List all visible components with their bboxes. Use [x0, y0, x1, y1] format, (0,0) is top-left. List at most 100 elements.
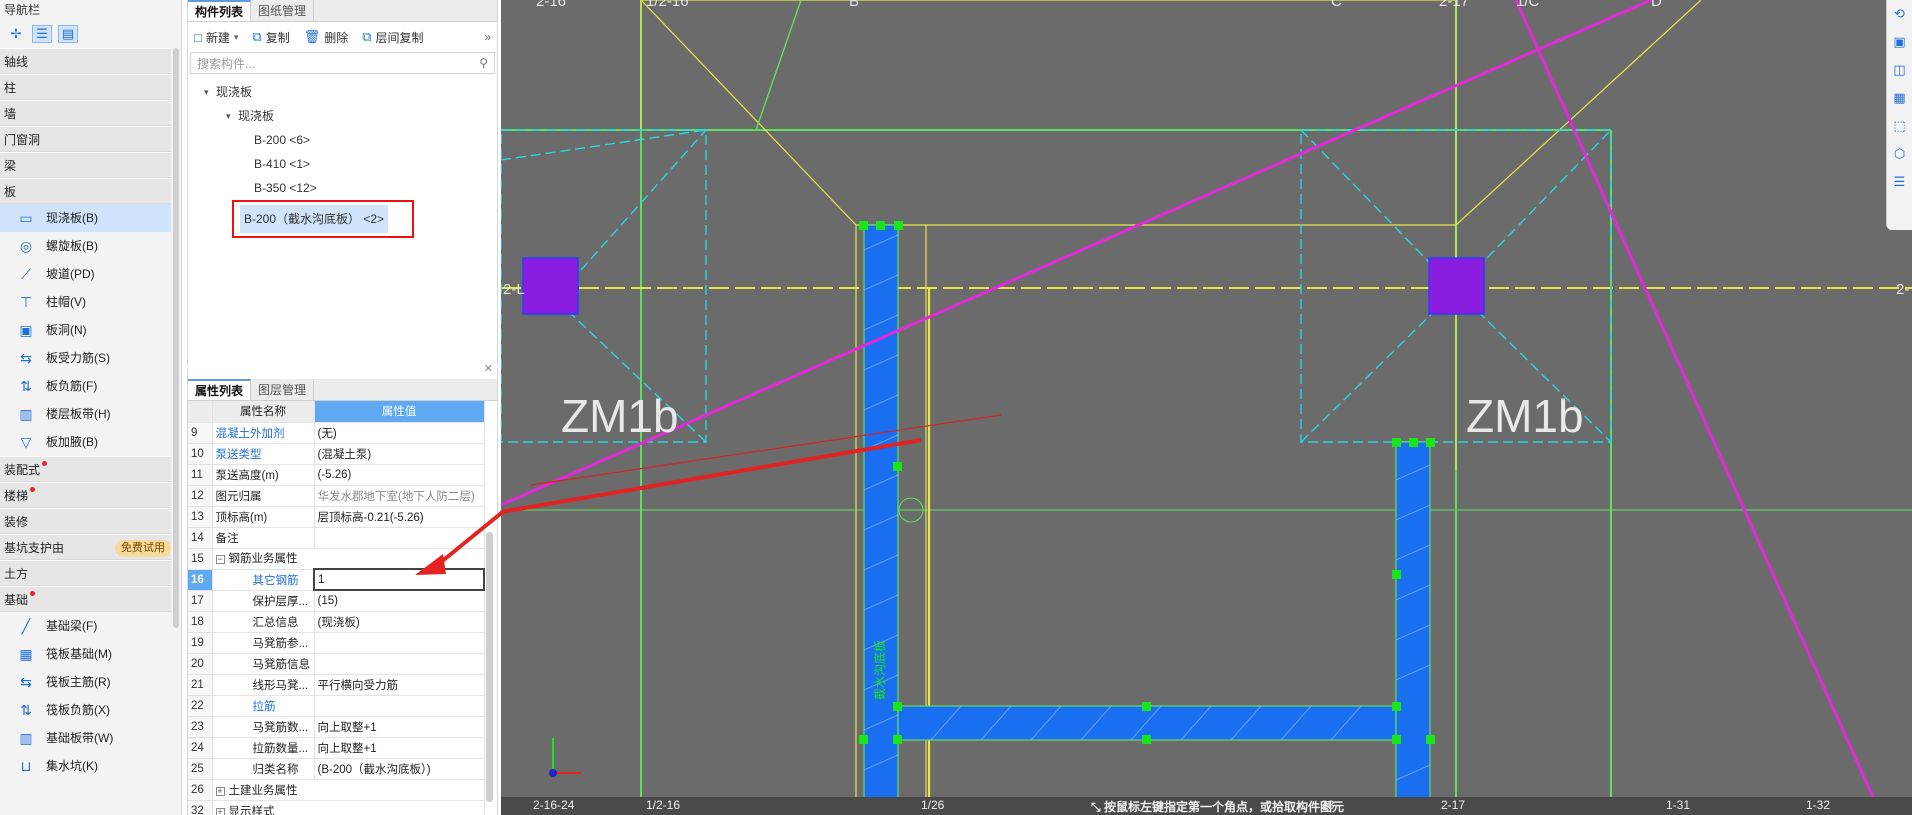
property-value[interactable]: 向上取整+1: [314, 737, 485, 759]
nav-category[interactable]: 基础: [0, 586, 171, 612]
property-row[interactable]: 11 泵送高度(m) (-5.26): [188, 464, 485, 486]
selected-slab-shape[interactable]: [863, 224, 1431, 815]
tab-component-list[interactable]: 构件列表: [188, 0, 252, 21]
nav-scrollbar[interactable]: [173, 48, 179, 628]
nav-item[interactable]: ⇆ 板受力筋(S): [0, 344, 171, 372]
property-value[interactable]: 1: [313, 568, 485, 591]
nav-item[interactable]: ▽ 板加腋(B): [0, 428, 171, 456]
nav-category[interactable]: 柱: [0, 74, 171, 100]
nav-item[interactable]: ▣ 板洞(N): [0, 316, 171, 344]
tree-root[interactable]: ▾ 现浇板: [188, 80, 497, 104]
property-value[interactable]: 华发水郡地下室(地下人防二层): [314, 485, 485, 507]
property-value[interactable]: (-5.26): [314, 464, 485, 486]
nav-item[interactable]: ⇆ 筏板主筋(R): [0, 668, 171, 696]
nav-category[interactable]: 梁: [0, 152, 171, 178]
cube-view-icon[interactable]: ◫: [1887, 56, 1912, 84]
property-value[interactable]: (15): [314, 590, 485, 612]
property-row[interactable]: 22 拉筋: [188, 695, 485, 717]
tab-property-list[interactable]: 属性列表: [188, 379, 252, 400]
nav-category[interactable]: 板: [0, 178, 171, 204]
properties-scrollbar[interactable]: [486, 532, 493, 802]
component-search-input[interactable]: 搜索构件... ⚲: [190, 52, 495, 74]
delete-button[interactable]: 🗑 删除: [304, 29, 349, 46]
more-chevron-icon[interactable]: »: [484, 30, 491, 44]
property-row[interactable]: 20 马凳筋信息: [188, 653, 485, 675]
list-view-icon[interactable]: ☰: [32, 25, 52, 43]
tree-group[interactable]: ▾ 现浇板: [188, 104, 497, 128]
cad-drawing[interactable]: ZM1b ZM1b 截水沟底板 2-16 1/2-16 B C 2-17 1/C…: [501, 0, 1912, 815]
detail-view-icon[interactable]: ▤: [58, 25, 78, 43]
property-row[interactable]: 25 归类名称 (B-200（截水沟底板）): [188, 758, 485, 780]
expand-icon[interactable]: +: [215, 786, 225, 796]
tree-item-selected[interactable]: B-200（截水沟底板） <2>: [232, 200, 414, 238]
property-row[interactable]: 10 泵送类型 (混凝土泵): [188, 443, 485, 465]
property-value[interactable]: [314, 695, 485, 717]
nav-category[interactable]: 基坑支护由 免费试用: [0, 534, 171, 560]
property-value[interactable]: 向上取整+1: [314, 716, 485, 738]
tree-item[interactable]: B-200 <6>: [188, 128, 497, 152]
free-trial-badge[interactable]: 免费试用: [115, 540, 171, 557]
property-row[interactable]: 23 马凳筋数... 向上取整+1: [188, 716, 485, 738]
close-icon[interactable]: ✕: [484, 362, 493, 375]
property-value[interactable]: (混凝土泵): [314, 443, 485, 465]
nav-item[interactable]: ⟋ 坡道(PD): [0, 260, 171, 288]
copy-button[interactable]: ⧉ 复制: [252, 29, 289, 46]
box-view-icon[interactable]: ⬡: [1887, 140, 1912, 168]
column-block-left[interactable]: [522, 257, 579, 315]
tab-drawing-management[interactable]: 图纸管理: [251, 0, 315, 21]
nav-item[interactable]: ▥ 楼层板带(H): [0, 400, 171, 428]
property-value[interactable]: 平行横向受力筋: [314, 674, 485, 696]
property-value[interactable]: (无): [314, 422, 485, 444]
nav-item[interactable]: ╱ 基础梁(F): [0, 612, 171, 640]
nav-item[interactable]: ⇅ 板负筋(F): [0, 372, 171, 400]
property-value[interactable]: [314, 653, 485, 675]
nav-category[interactable]: 门窗洞: [0, 126, 171, 152]
property-row[interactable]: 12 图元归属 华发水郡地下室(地下人防二层): [188, 485, 485, 507]
property-row[interactable]: 24 拉筋数量... 向上取整+1: [188, 737, 485, 759]
drawing-canvas[interactable]: ZM1b ZM1b 截水沟底板 2-16 1/2-16 B C 2-17 1/C…: [501, 0, 1912, 815]
new-button[interactable]: □ 新建 ▾: [194, 29, 238, 46]
nav-category[interactable]: 土方: [0, 560, 171, 586]
collapse-icon[interactable]: −: [215, 555, 225, 565]
property-row[interactable]: 26 + 土建业务属性: [188, 779, 485, 801]
property-value[interactable]: (现浇板): [314, 611, 485, 633]
property-row[interactable]: 19 马凳筋参...: [188, 632, 485, 654]
floor-copy-button[interactable]: ⧉ 层间复制: [362, 29, 423, 46]
nav-item[interactable]: ◎ 螺旋板(B): [0, 232, 171, 260]
property-row[interactable]: 18 汇总信息 (现浇板): [188, 611, 485, 633]
selection-grips[interactable]: [859, 221, 1435, 744]
nav-item[interactable]: ⊔ 集水坑(K): [0, 752, 171, 780]
expand-icon[interactable]: +: [215, 807, 225, 815]
column-block-right[interactable]: [1428, 257, 1485, 315]
property-row[interactable]: 15− 钢筋业务属性: [188, 548, 485, 570]
tab-layer-management[interactable]: 图层管理: [251, 379, 315, 400]
property-row[interactable]: 14 备注: [188, 527, 485, 549]
tree-item[interactable]: B-350 <12>: [188, 176, 497, 200]
property-value[interactable]: 层顶标高-0.21(-5.26): [314, 506, 485, 528]
nav-category[interactable]: 轴线: [0, 48, 171, 74]
property-value[interactable]: [314, 527, 485, 549]
property-row[interactable]: 21 线形马凳... 平行横向受力筋: [188, 674, 485, 696]
rotate-view-icon[interactable]: ⟲: [1887, 0, 1912, 28]
property-value[interactable]: [314, 632, 485, 654]
nav-item[interactable]: ▭ 现浇板(B): [0, 204, 171, 232]
nav-category[interactable]: 装修: [0, 508, 171, 534]
nav-item[interactable]: ▥ 基础板带(W): [0, 724, 171, 752]
nav-category[interactable]: 装配式: [0, 456, 171, 482]
tree-item[interactable]: B-410 <1>: [188, 152, 497, 176]
3d-view-icon[interactable]: ▣: [1887, 28, 1912, 56]
layer-list-icon[interactable]: ☰: [1887, 168, 1912, 196]
nav-item[interactable]: ▦ 筏板基础(M): [0, 640, 171, 668]
property-value[interactable]: (B-200（截水沟底板）): [314, 758, 485, 780]
property-row[interactable]: 16 其它钢筋 1: [188, 568, 485, 591]
property-row[interactable]: 17 保护层厚... (15): [188, 590, 485, 612]
property-row[interactable]: 32 + 显示样式: [188, 800, 485, 815]
property-row[interactable]: 13 顶标高(m) 层顶标高-0.21(-5.26): [188, 506, 485, 528]
nav-item[interactable]: ⊤ 柱帽(V): [0, 288, 171, 316]
cube-perspective-icon[interactable]: ▦: [1887, 84, 1912, 112]
property-row[interactable]: 9 混凝土外加剂 (无): [188, 422, 485, 444]
dashed-select-icon[interactable]: ⬚: [1887, 112, 1912, 140]
nav-category[interactable]: 楼梯: [0, 482, 171, 508]
pin-icon[interactable]: ✢: [6, 25, 26, 43]
nav-item[interactable]: ⇅ 筏板负筋(X): [0, 696, 171, 724]
